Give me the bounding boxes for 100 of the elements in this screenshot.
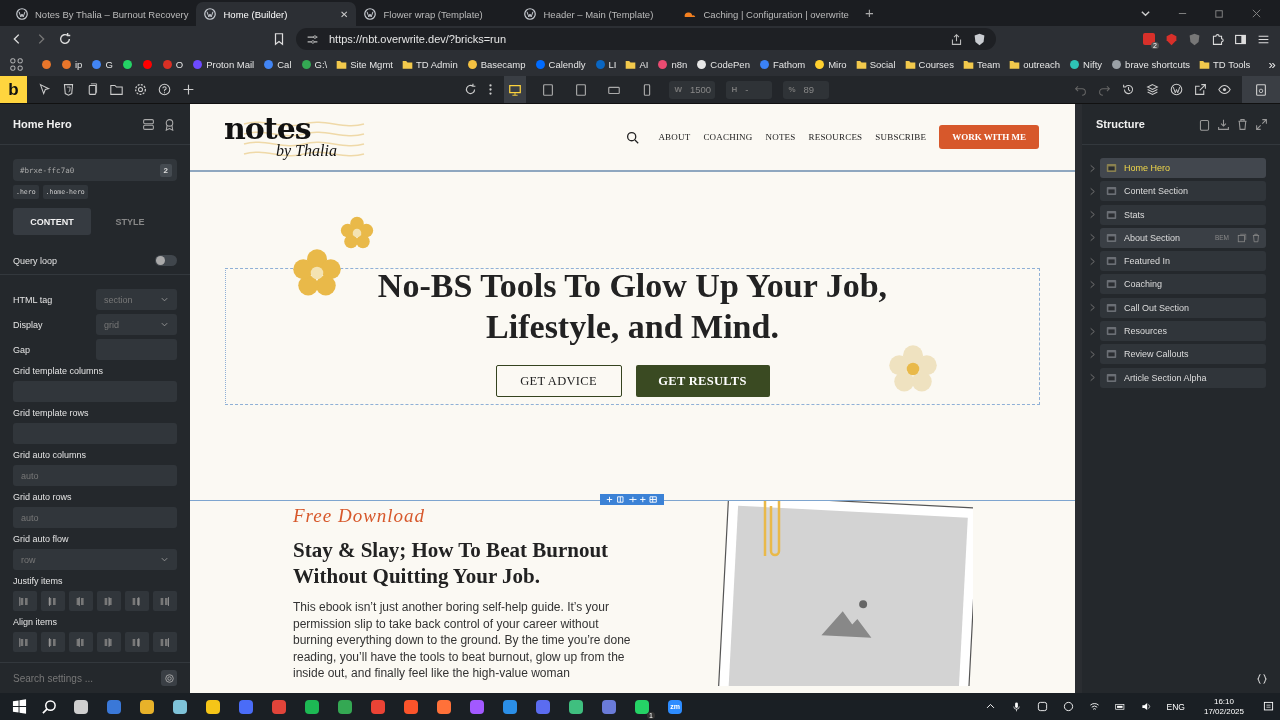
alignment-button[interactable] [97, 632, 121, 652]
structure-item[interactable]: Featured In [1100, 251, 1266, 272]
structure-item[interactable]: Stats [1100, 204, 1266, 225]
alignment-button[interactable] [125, 632, 149, 652]
nav-link[interactable]: ABOUT [658, 132, 691, 142]
clock-time[interactable]: 16:10 [1213, 696, 1234, 707]
badge-icon[interactable] [163, 117, 176, 131]
wifi-icon[interactable] [1088, 701, 1100, 712]
bookmark-link[interactable]: TD Admin [401, 58, 458, 70]
width-field[interactable]: W 1500 [669, 80, 716, 99]
bookmark-link[interactable]: Cal [263, 58, 292, 70]
bookmark-link[interactable]: G [91, 58, 113, 70]
sidebar-icon[interactable] [1234, 32, 1247, 46]
bookmark-link[interactable]: Social [855, 58, 896, 70]
alignment-button[interactable] [153, 591, 177, 611]
pages-icon[interactable] [86, 83, 99, 96]
alignment-button[interactable] [153, 632, 177, 652]
more-bookmarks-icon[interactable]: » [1268, 56, 1276, 72]
structure-item[interactable]: Resources [1100, 321, 1266, 342]
bookmark-link[interactable]: G:\ [300, 58, 328, 70]
alignment-button[interactable] [69, 591, 93, 611]
clipboard-icon[interactable] [1198, 117, 1211, 131]
search-icon[interactable] [42, 699, 57, 714]
app-icon[interactable] [304, 698, 320, 715]
cursor-icon[interactable] [38, 83, 51, 96]
history-icon[interactable] [1122, 83, 1135, 96]
code-icon[interactable] [1256, 673, 1268, 685]
nav-link[interactable]: SUBSCRIBE [875, 132, 927, 142]
app-icon[interactable] [568, 698, 584, 715]
app-icon[interactable] [205, 698, 221, 715]
bookmark-icon[interactable] [41, 58, 52, 70]
trash-icon[interactable] [1236, 117, 1249, 131]
undo-icon[interactable] [1074, 83, 1087, 96]
structure-item[interactable]: Content Section [1100, 181, 1266, 202]
preview-icon[interactable] [1218, 83, 1231, 96]
target-button[interactable] [161, 670, 177, 686]
download-icon[interactable] [1217, 117, 1230, 131]
bookmark-link[interactable]: Proton Mail [192, 58, 255, 70]
windows-start-icon[interactable] [12, 699, 27, 714]
redo-icon[interactable] [1098, 83, 1111, 96]
expand-icon[interactable] [1255, 117, 1268, 131]
add-icon[interactable] [182, 83, 195, 96]
app-icon[interactable] [667, 698, 683, 715]
external-link-icon[interactable] [1194, 83, 1207, 96]
apps-grid-icon[interactable] [10, 57, 23, 71]
app-icon[interactable] [73, 698, 89, 715]
bookmark-link[interactable]: n8n [657, 58, 688, 70]
browser-tab[interactable]: Caching | Configuration | overwrite [676, 2, 857, 26]
bookmark-link[interactable]: brave shortcuts [1111, 58, 1191, 70]
browser-tab[interactable]: Flower wrap (Template) [356, 2, 517, 26]
get-results-button[interactable]: GET RESULTS [635, 365, 770, 397]
bookmark-link[interactable]: O [161, 58, 184, 70]
shield-icon[interactable] [973, 32, 986, 46]
chevron-down-icon[interactable] [1140, 8, 1151, 19]
alignment-button[interactable] [41, 591, 65, 611]
toggle-switch[interactable] [155, 255, 177, 266]
microphone-icon[interactable] [1010, 701, 1022, 712]
tray-app-icon[interactable] [1036, 701, 1048, 712]
browser-tab[interactable]: Notes By Thalia – Burnout Recovery [8, 2, 197, 26]
structure-item[interactable]: Article Section Alpha [1100, 367, 1266, 388]
settings-icon[interactable] [134, 83, 147, 96]
layers-icon[interactable] [1146, 83, 1159, 96]
app-icon[interactable] [337, 698, 353, 715]
duplicate-icon[interactable] [1237, 232, 1247, 243]
trash-icon[interactable] [1251, 232, 1261, 243]
close-icon[interactable]: ✕ [340, 8, 349, 20]
alignment-button[interactable] [13, 632, 37, 652]
bookmark-link[interactable]: Fathom [758, 58, 806, 70]
app-icon[interactable] [634, 698, 650, 715]
language-indicator[interactable]: ENG [1166, 701, 1185, 712]
zoom-field[interactable]: % 89 [783, 80, 830, 99]
structure-item[interactable]: Call Out Section [1100, 297, 1266, 318]
alignment-button[interactable] [13, 591, 37, 611]
element-toolbar[interactable] [600, 494, 664, 505]
wordpress-icon[interactable] [1170, 83, 1183, 96]
browser-tab[interactable]: Header – Main (Template) [516, 2, 677, 26]
get-advice-button[interactable]: GET ADVICE [495, 365, 622, 397]
alignment-button[interactable] [125, 591, 149, 611]
bookmark-link[interactable]: AI [625, 58, 649, 70]
bookmark-link[interactable]: TD Tools [1199, 58, 1251, 70]
bookmark-link[interactable]: Nifty [1069, 58, 1103, 70]
tray-app-icon[interactable] [1062, 701, 1074, 712]
bookmark-icon[interactable] [272, 32, 286, 46]
nav-link[interactable]: COACHING [703, 132, 753, 142]
bookmark-link[interactable]: ip [61, 58, 83, 70]
alignment-button[interactable] [41, 632, 65, 652]
bookmark-link[interactable]: outreach [1009, 58, 1061, 70]
address-field[interactable]: https://nbt.overwrite.dev/?bricks=run [296, 28, 996, 50]
notification-icon[interactable] [1263, 701, 1274, 712]
device-button[interactable] [504, 76, 527, 103]
help-icon[interactable] [158, 83, 171, 96]
bookmark-link[interactable]: Miro [814, 58, 847, 70]
work-with-me-button[interactable]: WORK WITH ME [939, 125, 1039, 149]
nav-link[interactable]: RESOURCES [808, 132, 863, 142]
bookmark-link[interactable]: LI [594, 58, 617, 70]
structure-item[interactable]: Coaching [1100, 274, 1266, 295]
alignment-button[interactable] [97, 591, 121, 611]
folder-icon[interactable] [110, 83, 123, 96]
bookmark-link[interactable]: CodePen [696, 58, 750, 70]
restore-icon[interactable] [1214, 8, 1225, 19]
